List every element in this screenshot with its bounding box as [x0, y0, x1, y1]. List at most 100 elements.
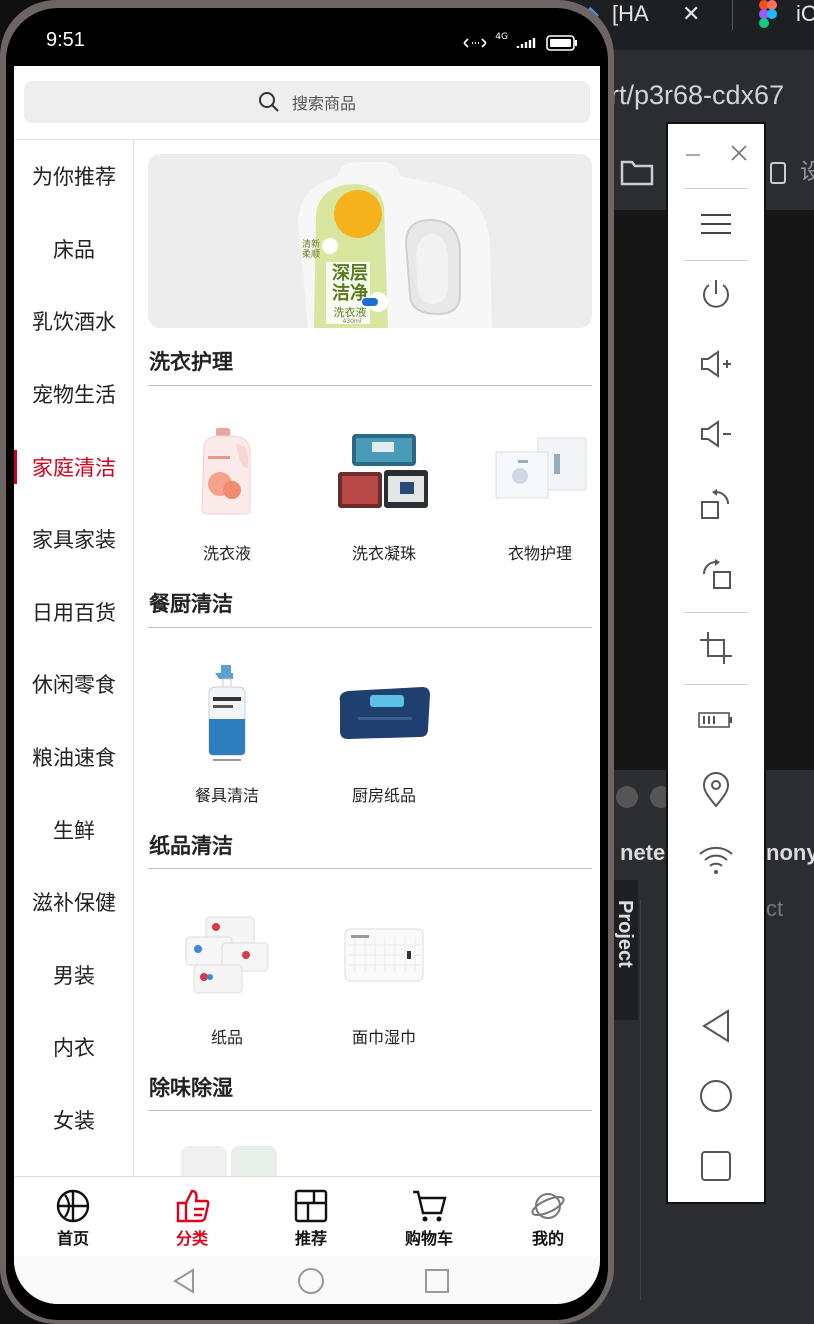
- product-tile[interactable]: 纸品: [161, 900, 293, 1050]
- location-icon[interactable]: [668, 760, 764, 820]
- search-input[interactable]: 搜索商品: [24, 81, 590, 123]
- status-bar: 9:51 4G: [14, 12, 600, 66]
- menu-icon[interactable]: [668, 194, 764, 254]
- search-header: 搜索商品: [14, 66, 600, 140]
- product-label: 洗衣凝珠: [351, 544, 416, 563]
- battery-status-icon: [546, 35, 577, 51]
- wifi-icon[interactable]: [668, 830, 764, 890]
- system-nav-bar: [14, 1256, 600, 1304]
- crop-screenshot-icon[interactable]: [668, 618, 764, 678]
- product-image-partial: [181, 1146, 227, 1176]
- product-label: 厨房纸品: [351, 786, 416, 805]
- sidebar-item-snacks[interactable]: 休闲零食: [14, 648, 133, 721]
- product-tile[interactable]: 厨房纸品: [318, 658, 450, 808]
- status-time: 9:51: [46, 29, 85, 51]
- ide-url-text: rt/p3r68-cdx67: [610, 80, 785, 110]
- sidebar-item-underwear[interactable]: 内衣: [14, 1011, 133, 1084]
- tissue-paper-image: [172, 900, 282, 1010]
- laundry-pods-image: [329, 416, 439, 526]
- tab-label: 推荐: [294, 1229, 327, 1248]
- ide-tab-divider: [732, 0, 733, 30]
- sidebar-item-furniture[interactable]: 家具家装: [14, 503, 133, 576]
- close-icon[interactable]: [730, 144, 748, 166]
- window-icon[interactable]: [770, 162, 786, 184]
- battery-icon[interactable]: [668, 690, 764, 750]
- sidebar-item-bedding[interactable]: 床品: [14, 213, 133, 286]
- product-tile[interactable]: 洗衣凝珠: [318, 416, 450, 566]
- ide-panel-text-3: ct: [766, 896, 784, 921]
- search-icon: [258, 92, 279, 112]
- rotate-left-icon[interactable]: [668, 474, 764, 534]
- phone-screen: 9:51 4G 搜索商品 为你推荐 床品 乳饮酒水 宠物生活 家庭清洁 家具家装…: [14, 12, 600, 1304]
- toolbar-divider: [684, 684, 748, 685]
- section-title: 除味除湿: [149, 1076, 233, 1100]
- ide-divider: [640, 900, 641, 1300]
- home-icon[interactable]: [296, 1266, 326, 1296]
- minimize-icon[interactable]: [686, 154, 700, 156]
- section-title: 洗衣护理: [149, 350, 233, 374]
- sidebar-item-daily-goods[interactable]: 日用百货: [14, 576, 133, 649]
- dot-icon: [616, 786, 638, 808]
- power-icon[interactable]: [668, 264, 764, 324]
- toolbar-divider: [684, 188, 748, 189]
- sidebar-item-menswear[interactable]: 男装: [14, 939, 133, 1012]
- ide-project-label[interactable]: Project: [613, 900, 636, 968]
- volume-down-icon[interactable]: [668, 404, 764, 464]
- rotate-right-icon[interactable]: [668, 544, 764, 604]
- toolbar-divider: [684, 260, 748, 261]
- banner-label-top: 清新柔顺: [302, 240, 321, 260]
- planet-icon: [531, 1193, 565, 1219]
- data-transfer-icon: [463, 38, 487, 48]
- figma-icon: [758, 0, 778, 28]
- tab-label: 首页: [56, 1229, 89, 1248]
- sidebar-item-drinks[interactable]: 乳饮酒水: [14, 285, 133, 358]
- back-icon[interactable]: [169, 1266, 199, 1296]
- promo-banner[interactable]: 清新柔顺 深层洁净 洗衣液 430ml: [148, 154, 592, 328]
- ide-tab-title[interactable]: [HA: [612, 0, 649, 28]
- sidebar-item-grain-oil[interactable]: 粮油速食: [14, 721, 133, 794]
- tab-category[interactable]: 分类: [142, 1189, 242, 1249]
- tab-home[interactable]: 首页: [23, 1189, 123, 1249]
- sidebar-item-pets[interactable]: 宠物生活: [14, 358, 133, 431]
- tab-profile[interactable]: 我的: [498, 1189, 598, 1249]
- folder-icon[interactable]: [620, 158, 654, 186]
- sidebar-item-home-cleaning[interactable]: 家庭清洁: [14, 430, 133, 503]
- app-root: 搜索商品 为你推荐 床品 乳饮酒水 宠物生活 家庭清洁 家具家装 日用百货 休闲…: [14, 66, 600, 1304]
- recents-icon[interactable]: [422, 1266, 452, 1296]
- emulator-toolbar: [666, 122, 766, 1204]
- banner-label-small: 430ml: [342, 318, 362, 325]
- product-label: 面巾湿巾: [351, 1028, 416, 1047]
- section-divider: [148, 1110, 592, 1111]
- category-sidebar: 为你推荐 床品 乳饮酒水 宠物生活 家庭清洁 家具家装 日用百货 休闲零食 粮油…: [14, 140, 134, 1176]
- bottom-tab-bar: 首页 分类 推荐 购物车 我的: [14, 1176, 600, 1256]
- tab-recommend[interactable]: 推荐: [261, 1189, 361, 1249]
- product-tile[interactable]: 洗衣液: [161, 416, 293, 566]
- sidebar-item-recommend[interactable]: 为你推荐: [14, 140, 133, 213]
- clothing-care-image: [485, 416, 595, 526]
- ide-tab-title-2[interactable]: iC: [796, 0, 814, 28]
- product-tile[interactable]: 面巾湿巾: [318, 900, 450, 1050]
- product-tile[interactable]: 餐具清洁: [161, 658, 293, 808]
- sidebar-item-womenswear[interactable]: 女装: [14, 1084, 133, 1157]
- volume-up-icon[interactable]: [668, 334, 764, 394]
- ide-panel-text-2: nony: [766, 840, 814, 865]
- ide-tab-close-icon[interactable]: ✕: [682, 0, 700, 28]
- globe-icon: [56, 1189, 90, 1223]
- search-placeholder: 搜索商品: [291, 94, 356, 113]
- wet-wipes-image: [329, 900, 439, 1010]
- back-nav-icon[interactable]: [668, 996, 764, 1056]
- sidebar-item-health[interactable]: 滋补保健: [14, 866, 133, 939]
- home-nav-icon[interactable]: [668, 1066, 764, 1126]
- laundry-detergent-image: [172, 416, 282, 526]
- tab-label: 我的: [531, 1229, 564, 1248]
- tab-cart[interactable]: 购物车: [379, 1189, 479, 1249]
- product-label: 纸品: [210, 1028, 243, 1047]
- dish-soap-image: [172, 658, 282, 768]
- ide-panel-text: nete: [620, 840, 666, 865]
- product-tile[interactable]: 衣物护理: [474, 416, 600, 566]
- sidebar-item-fresh[interactable]: 生鲜: [14, 793, 133, 866]
- thumbs-up-icon: [176, 1189, 210, 1223]
- recents-nav-icon[interactable]: [668, 1136, 764, 1196]
- category-content: 清新柔顺 深层洁净 洗衣液 430ml 洗衣护理 洗衣液 洗衣凝珠 衣物护理 餐…: [135, 140, 600, 1176]
- cart-icon: [413, 1190, 447, 1222]
